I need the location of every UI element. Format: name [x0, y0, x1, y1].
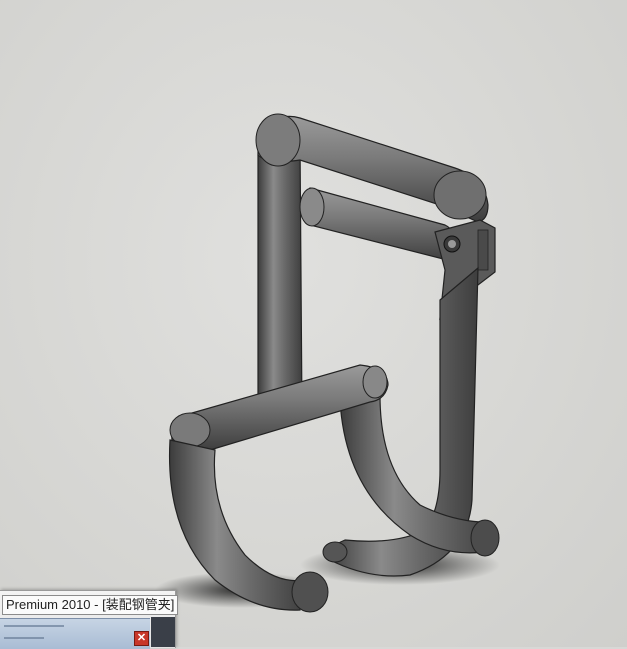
- back-curved-tube[interactable]: [339, 394, 500, 557]
- thumbnail-line: [4, 625, 64, 627]
- thumbnail-line: [4, 637, 44, 639]
- 3d-model-render[interactable]: [0, 0, 627, 647]
- window-thumbnail[interactable]: [0, 618, 150, 649]
- graphics-viewport[interactable]: [0, 0, 627, 647]
- taskbar-window-preview[interactable]: Premium 2010 - [装配钢管夹]: [0, 590, 179, 649]
- window-frame-edge: [151, 617, 175, 647]
- window-title[interactable]: Premium 2010 - [装配钢管夹]: [2, 595, 179, 615]
- close-icon[interactable]: ✕: [134, 631, 149, 646]
- left-vertical-tube[interactable]: [257, 139, 303, 417]
